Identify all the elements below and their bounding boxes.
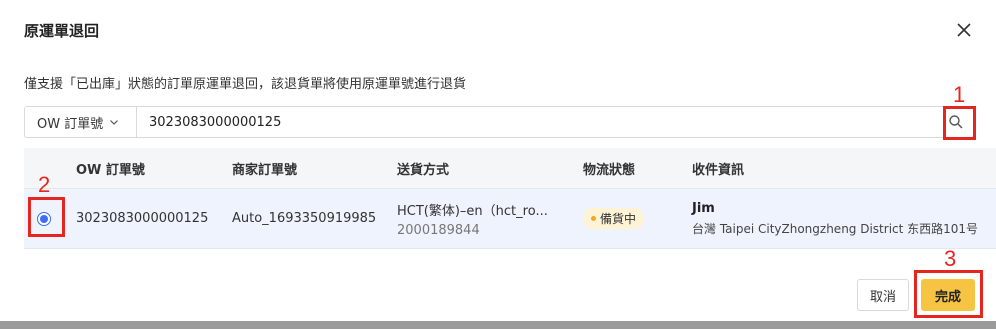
ow-order-cell: 3023083000000125 xyxy=(76,211,209,226)
status-badge: 備貨中 xyxy=(583,208,645,229)
close-icon[interactable] xyxy=(952,18,976,42)
search-type-select[interactable]: OW 訂單號 xyxy=(25,107,137,137)
search-type-label: OW 訂單號 xyxy=(37,116,104,132)
recipient-address: 台灣 Taipei CityZhongzheng District 东西路101… xyxy=(692,221,979,236)
annotation-box-3 xyxy=(914,270,983,318)
merchant-order-cell: Auto_1693350919985 xyxy=(232,211,377,226)
annotation-number-1: 1 xyxy=(953,82,966,107)
shipping-method-cell: HCT(繁体)–en（hct_ro... 2000189844 xyxy=(385,200,571,238)
table-header: OW 訂單號 商家訂單號 送貨方式 物流狀態 收件資訊 xyxy=(24,148,996,189)
header-recipient-info: 收件資訊 xyxy=(692,162,745,178)
shipping-method-name: HCT(繁体)–en（hct_ro... xyxy=(397,203,548,219)
background-overlay-strip xyxy=(0,321,996,329)
header-merchant-order: 商家訂單號 xyxy=(232,162,298,178)
header-logistics-status: 物流狀態 xyxy=(583,162,636,178)
header-ow-order: OW 訂單號 xyxy=(76,162,145,178)
search-bar: OW 訂單號 xyxy=(24,106,974,138)
table-row[interactable]: 3023083000000125 Auto_1693350919985 HCT(… xyxy=(24,189,996,249)
return-dialog: 原運單退回 僅支援「已出庫」狀態的訂單原運單退回，該退貨單將使用原運單號進行退貨… xyxy=(0,0,996,329)
order-number-input[interactable] xyxy=(137,107,939,137)
cancel-button[interactable]: 取消 xyxy=(857,279,909,311)
order-table: OW 訂單號 商家訂單號 送貨方式 物流狀態 收件資訊 302308300000… xyxy=(24,148,996,249)
annotation-box-2 xyxy=(28,197,65,237)
header-shipping-method: 送貨方式 xyxy=(397,162,450,178)
status-cell: 備貨中 xyxy=(571,208,680,229)
annotation-box-1 xyxy=(943,106,976,140)
dialog-description: 僅支援「已出庫」狀態的訂單原運單退回，該退貨單將使用原運單號進行退貨 xyxy=(24,77,467,92)
tracking-number: 2000189844 xyxy=(397,222,480,238)
annotation-number-3: 3 xyxy=(944,246,957,271)
recipient-cell: Jim 台灣 Taipei CityZhongzheng District 东西… xyxy=(680,201,996,237)
dialog-title: 原運單退回 xyxy=(24,22,100,40)
recipient-name: Jim xyxy=(692,200,715,216)
chevron-down-icon xyxy=(110,120,119,125)
annotation-number-2: 2 xyxy=(38,172,51,197)
